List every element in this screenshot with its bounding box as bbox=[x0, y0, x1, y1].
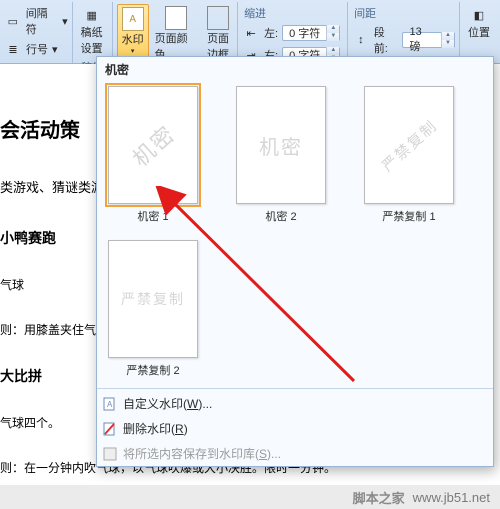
pageborder-icon bbox=[207, 6, 229, 30]
dropdown-header: 机密 bbox=[97, 57, 493, 82]
watermark-gallery-dropdown: 机密 机密 机密 1 机密 机密 2 严禁复制 严禁复制 1 严禁复制 严禁复制… bbox=[96, 56, 494, 467]
menu-remove-watermark[interactable]: 删除水印(R) bbox=[97, 416, 493, 441]
thumb-caption: 严禁复制 2 bbox=[126, 362, 179, 378]
ribbon-item-spacer[interactable]: ▭间隔符 ▾ bbox=[4, 5, 68, 37]
separator bbox=[97, 388, 493, 389]
indent-left: ⇤ 左: 0 字符▲▼ bbox=[242, 24, 343, 42]
ribbon-item-linenum[interactable]: ≣行号 ▾ bbox=[4, 40, 58, 58]
footer-site: 脚本之家 bbox=[353, 488, 405, 507]
thumb-caption: 机密 1 bbox=[137, 208, 168, 224]
svg-text:A: A bbox=[107, 400, 113, 409]
grid-icon: ▦ bbox=[83, 6, 101, 24]
spacing-label: 间距 bbox=[352, 4, 455, 21]
menu-custom-watermark[interactable]: A 自定义水印(W)... bbox=[97, 391, 493, 416]
watermark-icon: A bbox=[122, 7, 144, 31]
linenum-icon: ≣ bbox=[4, 40, 22, 58]
watermark-thumb-confidential-2[interactable]: 机密 机密 2 bbox=[231, 86, 331, 224]
pagecolor-icon bbox=[165, 6, 187, 30]
indent-left-spinner[interactable]: 0 字符▲▼ bbox=[282, 25, 340, 41]
spacing-before: ↕ 段前: 13 磅▲▼ bbox=[352, 24, 455, 56]
ribbon-btn-watermark[interactable]: A 水印 ▾ bbox=[117, 4, 149, 58]
save-gallery-icon bbox=[102, 446, 118, 462]
thumb-caption: 严禁复制 1 bbox=[382, 208, 435, 224]
watermark-thumb-confidential-1[interactable]: 机密 机密 1 bbox=[103, 86, 203, 224]
indent-left-icon: ⇤ bbox=[242, 24, 260, 42]
spacer-icon: ▭ bbox=[4, 12, 22, 30]
thumbnail-grid: 机密 机密 1 机密 机密 2 严禁复制 严禁复制 1 严禁复制 严禁复制 2 bbox=[97, 82, 493, 386]
custom-watermark-icon: A bbox=[102, 396, 118, 412]
ribbon-btn-manuscript[interactable]: ▦ 稿纸 设置 bbox=[77, 4, 107, 58]
ribbon-btn-pageborder[interactable]: 页面 边框 bbox=[203, 4, 233, 64]
position-icon: ◧ bbox=[470, 6, 488, 24]
ribbon: ▭间隔符 ▾ ≣行号 ▾ b-断字 ▾ ▦ 稿纸 设置 稿纸 A 水印 ▾ 页面… bbox=[0, 0, 500, 64]
spacing-before-icon: ↕ bbox=[352, 31, 370, 49]
menu-save-to-gallery: 将所选内容保存到水印库(S)... bbox=[97, 441, 493, 466]
thumb-caption: 机密 2 bbox=[265, 208, 296, 224]
indent-label: 缩进 bbox=[242, 4, 343, 21]
page-watermark: 脚本之家 www.jb51.net bbox=[0, 485, 500, 509]
spacing-before-spinner[interactable]: 13 磅▲▼ bbox=[402, 32, 455, 48]
footer-url: www.jb51.net bbox=[413, 490, 490, 505]
watermark-thumb-nocopy-1[interactable]: 严禁复制 严禁复制 1 bbox=[359, 86, 459, 224]
watermark-thumb-nocopy-2[interactable]: 严禁复制 严禁复制 2 bbox=[103, 240, 203, 378]
ribbon-btn-position[interactable]: ◧ 位置 bbox=[464, 4, 494, 42]
remove-watermark-icon bbox=[102, 421, 118, 437]
